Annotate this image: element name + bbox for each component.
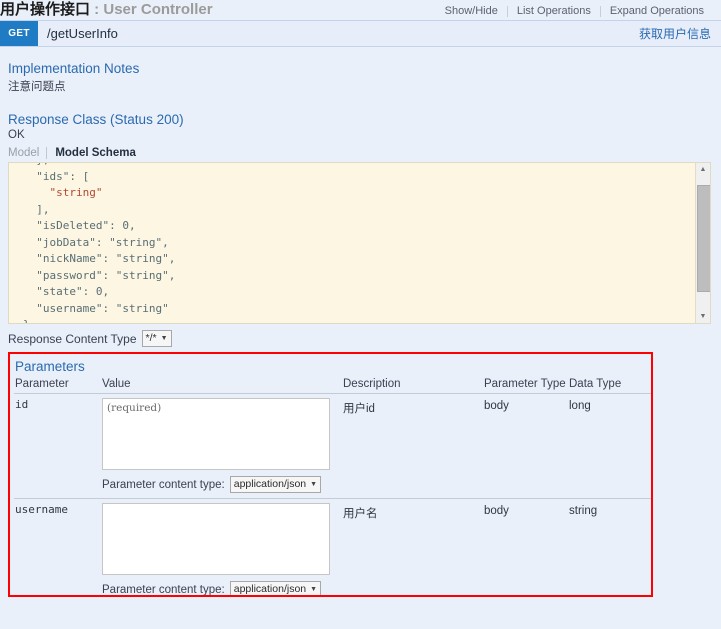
model-schema-code-block: }, "ids": [ "string" ], "isDeleted": 0, … <box>8 162 711 324</box>
operation-content: Implementation Notes 注意问题点 Response Clas… <box>0 47 721 597</box>
parameter-content-type-select-id[interactable]: application/json ▼ <box>229 476 322 493</box>
list-operations-link[interactable]: List Operations <box>508 2 600 20</box>
show-hide-link[interactable]: Show/Hide <box>436 2 507 20</box>
parameter-value-cell: Parameter content type: application/json… <box>101 393 342 499</box>
table-header-row: Parameter Value Description Parameter Ty… <box>14 378 651 394</box>
parameter-data-type-id: long <box>569 400 591 412</box>
parameter-value-input-id[interactable] <box>102 398 330 470</box>
implementation-notes-heading: Implementation Notes <box>8 61 140 76</box>
resource-title-separator: : <box>90 1 104 18</box>
parameter-value-input-username[interactable] <box>102 503 330 575</box>
parameter-content-type-label-username: Parameter content type: <box>102 583 225 596</box>
response-class-heading: Response Class (Status 200) <box>8 112 184 127</box>
parameter-content-type-row-id: Parameter content type: application/json… <box>102 476 342 493</box>
parameters-heading: Parameters <box>15 359 85 374</box>
resource-header: 用户操作接口 : User Controller Show/Hide List … <box>0 0 721 20</box>
parameter-name-cell: username <box>14 499 101 596</box>
parameter-description-cell: 用户id <box>342 393 483 499</box>
parameter-content-type-select-username[interactable]: application/json ▼ <box>229 581 322 595</box>
tab-model[interactable]: Model <box>8 147 46 159</box>
column-header-value: Value <box>101 378 342 394</box>
column-header-parameter: Parameter <box>14 378 101 394</box>
parameter-description-id: 用户id <box>343 403 375 415</box>
operation-summary[interactable]: 获取用户信息 <box>639 25 721 42</box>
parameter-type-cell: body <box>483 393 568 499</box>
column-header-description: Description <box>342 378 483 394</box>
model-schema-json: }, "ids": [ "string" ], "isDeleted": 0, … <box>23 163 176 323</box>
http-method-badge: GET <box>0 21 38 46</box>
parameter-name-id: id <box>15 398 29 411</box>
operation-path[interactable]: /getUserInfo <box>38 26 639 41</box>
response-content-type-label: Response Content Type <box>8 331 137 346</box>
resource-title-en: User Controller <box>103 1 213 18</box>
parameter-type-id: body <box>484 400 509 412</box>
response-content-type-value: */* <box>145 332 157 344</box>
implementation-notes-text: 注意问题点 <box>8 81 66 93</box>
parameter-type-username: body <box>484 505 509 517</box>
response-class-status: OK <box>8 129 25 141</box>
parameter-content-type-value-username: application/json <box>233 583 307 595</box>
chevron-down-icon: ▼ <box>160 335 168 342</box>
parameter-description-username: 用户名 <box>343 508 378 520</box>
parameter-content-type-label-id: Parameter content type: <box>102 478 225 491</box>
column-header-data-type: Data Type <box>568 378 651 394</box>
scrollbar-thumb[interactable] <box>697 185 710 292</box>
response-content-type-select[interactable]: */* ▼ <box>141 330 172 347</box>
parameter-data-type-cell: long <box>568 393 651 499</box>
parameter-name-username: username <box>15 503 68 516</box>
parameter-name-cell: id <box>14 393 101 499</box>
table-row: id Parameter content type: application/j… <box>14 393 651 499</box>
model-tabs: Model Model Schema <box>8 147 711 159</box>
parameter-data-type-username: string <box>569 505 598 517</box>
parameters-table: Parameter Value Description Parameter Ty… <box>14 378 651 596</box>
column-header-parameter-type: Parameter Type <box>483 378 568 394</box>
scroll-up-icon[interactable]: ▲ <box>696 163 710 176</box>
chevron-down-icon: ▼ <box>310 481 318 488</box>
operation-header[interactable]: GET /getUserInfo 获取用户信息 <box>0 20 721 47</box>
resource-options: Show/Hide List Operations Expand Operati… <box>436 0 713 20</box>
parameter-content-type-value-id: application/json <box>233 478 307 490</box>
code-scrollbar[interactable]: ▲ ▼ <box>695 163 710 323</box>
tab-model-schema[interactable]: Model Schema <box>46 147 143 159</box>
parameter-content-type-row-username: Parameter content type: application/json… <box>102 581 342 596</box>
parameter-type-cell: body <box>483 499 568 596</box>
parameter-description-cell: 用户名 <box>342 499 483 596</box>
expand-operations-link[interactable]: Expand Operations <box>601 2 713 20</box>
parameters-highlight-box: Parameters Parameter Value Description P… <box>8 352 653 597</box>
resource-title-cn: 用户操作接口 <box>0 1 91 18</box>
parameter-data-type-cell: string <box>568 499 651 596</box>
chevron-down-icon: ▼ <box>310 586 318 593</box>
response-content-type-row: Response Content Type */* ▼ <box>8 330 711 347</box>
page-title: 用户操作接口 : User Controller <box>0 0 213 19</box>
table-row: username Parameter content type: applica… <box>14 499 651 596</box>
parameter-value-cell: Parameter content type: application/json… <box>101 499 342 596</box>
scroll-down-icon[interactable]: ▼ <box>696 310 710 323</box>
